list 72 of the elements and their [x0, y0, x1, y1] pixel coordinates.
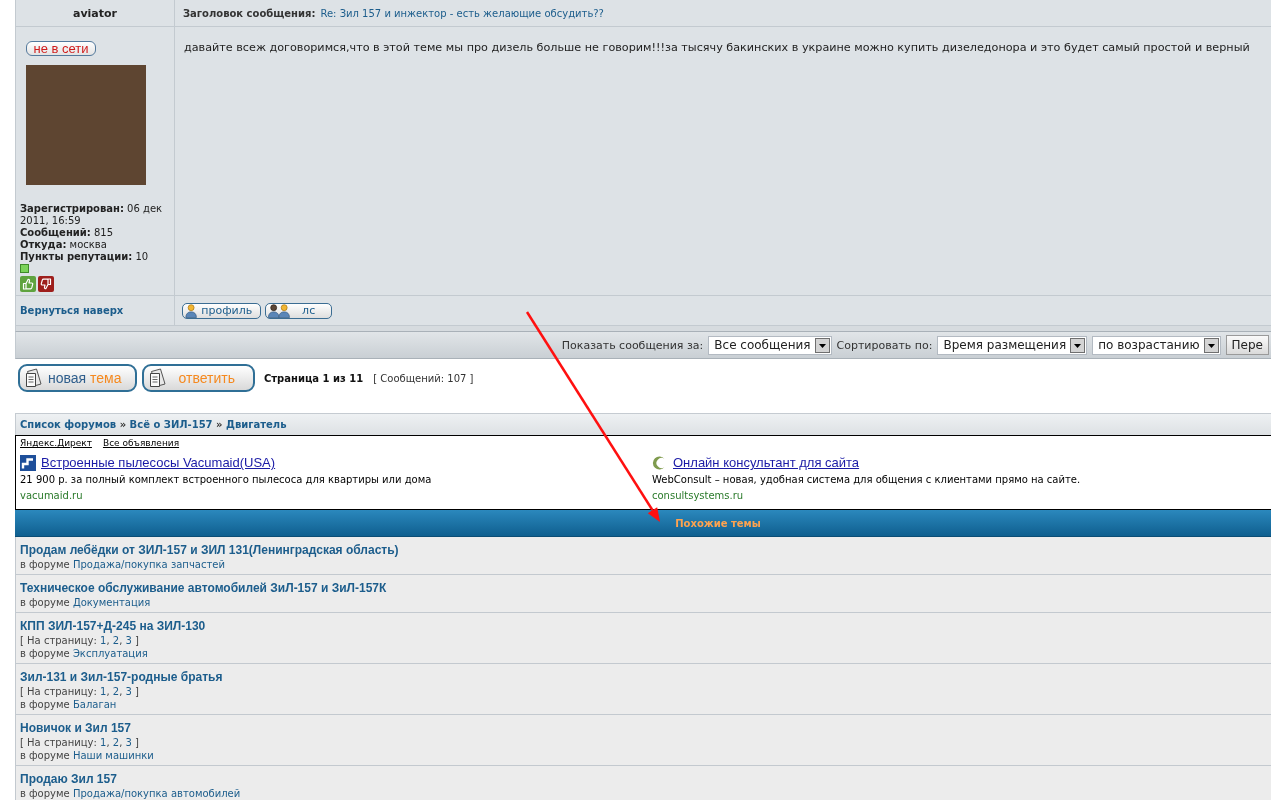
two-people-icon: [268, 303, 291, 318]
forum-line: в форуме Документация: [20, 597, 151, 608]
caret-icon: [1203, 337, 1219, 353]
forum-line: в форуме Продажа/покупка автомобилей: [20, 788, 241, 799]
dropdown[interactable]: по возрастанию: [1092, 335, 1221, 355]
forum-line: в форуме Балаган: [20, 699, 117, 710]
breadcrumb: Список форумов » Всё о ЗИЛ-157 » Двигатель: [20, 419, 287, 430]
profile-field: Зарегистрирован: 06 дек 2011, 16:59: [20, 203, 172, 227]
subject-label: Заголовок сообщения:: [183, 7, 316, 19]
person-icon: [185, 303, 198, 318]
topic-link[interactable]: КПП ЗИЛ-157+Д-245 на ЗИЛ-130: [20, 619, 206, 633]
ad-title-link[interactable]: Встроенные пылесосы Vacumaid(USA): [41, 455, 276, 470]
forum-line: в форуме Эксплуатация: [20, 648, 148, 659]
page-jump-line: [ На страницу: 1, 2, 3 ]: [20, 635, 139, 646]
page-link[interactable]: 3: [125, 635, 132, 646]
message-text: давайте всеж договоримся,что в этой теме мы про дизель больше не говорим!!!за тысячу бакинских в украине можно купить дизеледонора и это будет самый простой и верный: [184, 40, 1250, 56]
forum-link[interactable]: Балаган: [72, 699, 117, 710]
profile-field: Откуда: москва: [20, 239, 107, 251]
thumbs-down-icon[interactable]: [38, 276, 54, 292]
caret-icon: [814, 337, 830, 353]
page-link[interactable]: 2: [112, 686, 120, 697]
forum-link[interactable]: Эксплуатация: [72, 648, 148, 659]
topic-link[interactable]: Новичок и Зил 157: [20, 721, 131, 735]
back-to-top-link[interactable]: Вернуться наверх: [16, 305, 124, 316]
status-badge: не в сети: [26, 41, 96, 56]
topic-link[interactable]: Продам лебёдки от ЗИЛ-157 и ЗИЛ 131(Ленинградская область): [20, 543, 399, 557]
breadcrumb-link[interactable]: Двигатель: [226, 419, 287, 430]
page-jump-line: [ На страницу: 1, 2, 3 ]: [20, 686, 139, 697]
page-link[interactable]: 3: [125, 737, 132, 748]
post-count: [ Сообщений: 107 ]: [373, 372, 474, 384]
dropdown[interactable]: Время размещения: [937, 335, 1088, 355]
ad-domain-link[interactable]: consultsystems.ru: [652, 490, 744, 501]
forum-link[interactable]: Продажа/покупка запчастей: [72, 559, 225, 570]
message-button[interactable]: лс: [265, 302, 333, 319]
caret-icon: [1070, 337, 1086, 353]
thumbs-up-icon[interactable]: [20, 276, 36, 292]
document-icon: [25, 368, 43, 388]
page-link[interactable]: 2: [112, 635, 120, 646]
author-name: aviator: [73, 6, 117, 20]
dropdown[interactable]: Все сообщения: [708, 335, 832, 355]
page-link[interactable]: 2: [112, 737, 120, 748]
ad-description: 21 900 р. за полный комплект встроенного пылесоса для квартиры или дома: [20, 474, 432, 485]
breadcrumb-link[interactable]: Список форумов: [20, 419, 117, 430]
option-label: Сортировать по:: [836, 338, 933, 352]
section-title: Похожие темы: [675, 517, 761, 529]
forum-line: в форуме Продажа/покупка запчастей: [20, 559, 225, 570]
ad-title-link[interactable]: Онлайн консультант для сайта: [673, 455, 860, 470]
topic-link[interactable]: Зил-131 и Зил-157-родные братья: [20, 670, 223, 684]
forum-link[interactable]: Продажа/покупка автомобилей: [72, 788, 241, 799]
ad-header-link[interactable]: Все объявления: [102, 437, 180, 449]
profile-field: Сообщений: 815: [20, 227, 114, 239]
option-label: Показать сообщения за:: [561, 338, 704, 352]
page-jump-line: [ На страницу: 1, 2, 3 ]: [20, 737, 139, 748]
ad-domain-link[interactable]: vacumaid.ru: [20, 490, 83, 501]
document-icon: [148, 368, 167, 388]
topic-link[interactable]: Техническое обслуживание автомобилей ЗиЛ-157 и ЗиЛ-157К: [20, 581, 387, 595]
ad-header-link[interactable]: Яндекс.Директ: [20, 437, 92, 449]
breadcrumb-link[interactable]: Всё о ЗИЛ-157: [129, 419, 213, 430]
forum-link[interactable]: Документация: [72, 597, 151, 608]
forum-line: в форуме Наши машинки: [20, 750, 154, 761]
profile-field: Пункты репутации: 10: [20, 251, 149, 263]
go-button[interactable]: Пере: [1225, 335, 1269, 355]
subject-link[interactable]: Re: Зил 157 и инжектор - есть желающие обсудить??: [320, 7, 604, 19]
forum-link[interactable]: Наши машинки: [72, 750, 154, 761]
tile-icon: [20, 454, 36, 471]
ad-description: WebConsult – новая, удобная система для общения с клиентами прямо на сайте.: [652, 474, 1081, 485]
topic-link[interactable]: Продаю Зил 157: [20, 772, 117, 786]
page-indicator: Страница 1 из 11: [263, 372, 364, 384]
reputation-square-icon: [20, 264, 29, 273]
profile-button[interactable]: профиль: [182, 302, 262, 319]
page-link[interactable]: 3: [125, 686, 132, 697]
new-topic-button[interactable]: новая тема: [18, 364, 137, 392]
